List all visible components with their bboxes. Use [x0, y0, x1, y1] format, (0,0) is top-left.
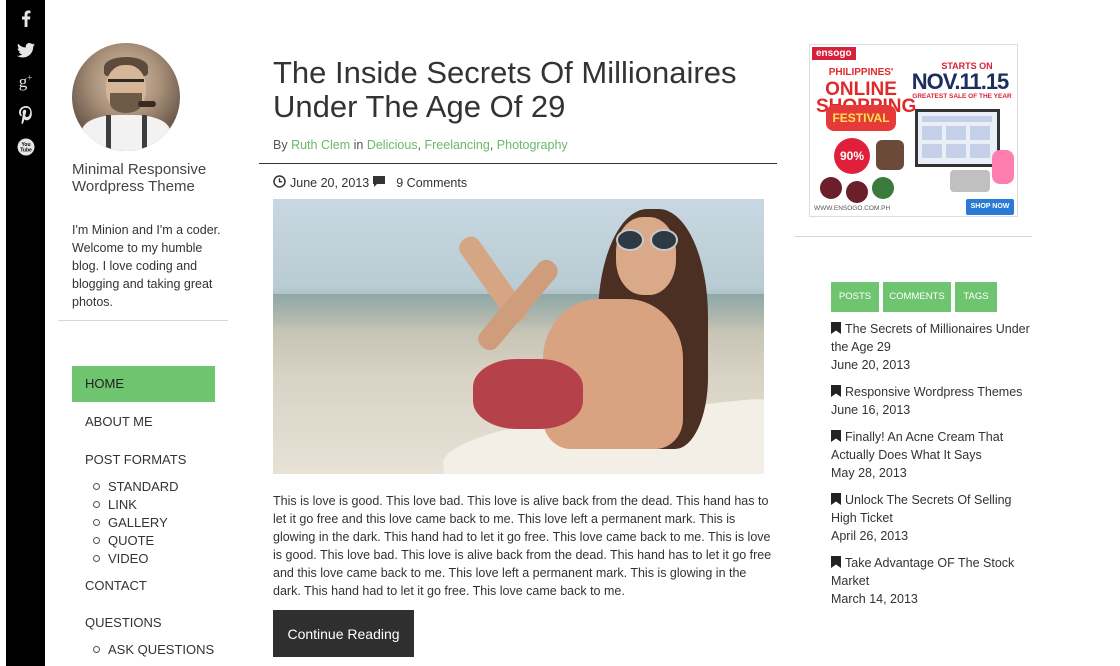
tab-tags[interactable]: TAGS	[955, 282, 997, 312]
recent-post-link[interactable]: Finally! An Acne Cream That Actually Doe…	[831, 428, 1031, 464]
recent-post-date: June 20, 2013	[831, 358, 911, 372]
post-date: June 20, 2013	[290, 176, 370, 190]
nav-sub-label: LINK	[108, 497, 137, 512]
recent-post-title: Unlock The Secrets Of Selling High Ticke…	[831, 493, 1012, 525]
recent-post-title: Responsive Wordpress Themes	[845, 385, 1023, 399]
post-meta: June 20, 2013 9 Comments	[273, 175, 467, 191]
nav-sub-label: ASK QUESTIONS	[108, 642, 215, 657]
ad-url: WWW.ENSOGO.COM.PH	[814, 205, 891, 212]
bookmark-icon	[831, 321, 841, 334]
bullet-icon	[93, 501, 100, 508]
category-link[interactable]: Photography	[497, 138, 568, 152]
bullet-icon	[93, 483, 100, 490]
advertisement-banner[interactable]: ensogo PHILIPPINES' ONLINE SHOPPING FEST…	[809, 44, 1018, 217]
ad-date: NOV.11.15	[911, 69, 1010, 94]
bullet-icon	[93, 646, 100, 653]
bullet-icon	[93, 537, 100, 544]
tab-posts[interactable]: POSTS	[831, 282, 879, 312]
pinterest-icon[interactable]	[6, 103, 45, 127]
site-title[interactable]: Minimal Responsive Wordpress Theme	[72, 161, 222, 195]
ad-discount-badge: 90%	[834, 138, 870, 174]
twitter-icon[interactable]	[6, 38, 45, 62]
nav-home[interactable]: HOME	[72, 366, 215, 402]
bookmark-icon	[831, 555, 841, 568]
recent-post-link[interactable]: Responsive Wordpress Themes	[831, 383, 1031, 401]
nav-sub-item[interactable]: GALLERY	[93, 515, 168, 530]
nav-sub-item[interactable]: STANDARD	[93, 479, 179, 494]
ad-shop-now-button[interactable]: SHOP NOW	[966, 199, 1014, 215]
sidebar-divider	[794, 236, 1032, 237]
bullet-icon	[93, 519, 100, 526]
post-divider	[259, 163, 777, 164]
nav-sub-item[interactable]: LINK	[93, 497, 137, 512]
recent-post-date: March 14, 2013	[831, 592, 918, 606]
comments-link[interactable]: 9 Comments	[396, 176, 467, 190]
facebook-icon[interactable]	[6, 6, 45, 30]
recent-post-title: Finally! An Acne Cream That Actually Doe…	[831, 430, 1004, 462]
author-link[interactable]: Ruth Clem	[291, 138, 350, 152]
bookmark-icon	[831, 429, 841, 442]
bullet-icon	[93, 555, 100, 562]
ad-country: PHILIPPINES'	[828, 67, 894, 78]
author-avatar	[72, 43, 180, 151]
svg-text:Tube: Tube	[20, 148, 32, 154]
by-label: By	[273, 138, 288, 152]
recent-post-title: Take Advantage OF The Stock Market	[831, 556, 1015, 588]
nav-sub-label: STANDARD	[108, 479, 179, 494]
recent-post-title: The Secrets of Millionaires Under the Ag…	[831, 322, 1030, 354]
ad-laptop-image	[915, 109, 1000, 167]
recent-post-link[interactable]: Take Advantage OF The Stock Market	[831, 554, 1031, 590]
ad-festival: FESTIVAL	[826, 105, 896, 131]
tab-comments[interactable]: COMMENTS	[883, 282, 951, 312]
ad-brand: ensogo	[812, 47, 856, 60]
recent-post-link[interactable]: The Secrets of Millionaires Under the Ag…	[831, 320, 1031, 356]
nav-contact[interactable]: CONTACT	[85, 578, 147, 593]
bookmark-icon	[831, 384, 841, 397]
nav-about-me[interactable]: ABOUT ME	[85, 414, 153, 429]
nav-questions[interactable]: QUESTIONS	[85, 615, 162, 630]
post-title[interactable]: The Inside Secrets Of Millionaires Under…	[273, 56, 773, 124]
social-bar: g+ You Tube	[6, 0, 45, 666]
post-featured-image[interactable]	[273, 199, 764, 474]
category-link[interactable]: Freelancing	[425, 138, 490, 152]
sidebar-divider	[58, 320, 228, 321]
youtube-icon[interactable]: You Tube	[6, 135, 45, 159]
ad-tagline: GREATEST SALE OF THE YEAR	[912, 93, 1012, 100]
site-description: I'm Minion and I'm a coder. Welcome to m…	[72, 223, 221, 309]
nav-sub-item[interactable]: QUOTE	[93, 533, 154, 548]
recent-post-date: June 16, 2013	[831, 403, 911, 417]
nav-post-formats[interactable]: POST FORMATS	[85, 452, 186, 467]
nav-sub-label: GALLERY	[108, 515, 168, 530]
clock-icon	[273, 175, 286, 191]
post-byline: By Ruth Clem in Delicious, Freelancing, …	[273, 138, 568, 152]
comment-icon	[372, 175, 386, 191]
nav-sub-item[interactable]: VIDEO	[93, 551, 148, 566]
post-excerpt: This is love is good. This love bad. Thi…	[273, 494, 772, 598]
google-plus-icon[interactable]: g+	[6, 70, 45, 94]
in-label: in	[353, 138, 364, 152]
nav-sub-label: VIDEO	[108, 551, 149, 566]
bookmark-icon	[831, 492, 841, 505]
nav-sub-item[interactable]: ASK QUESTIONS	[93, 642, 214, 657]
recent-post-date: May 28, 2013	[831, 466, 907, 480]
recent-post-date: April 26, 2013	[831, 529, 909, 543]
continue-reading-button[interactable]: Continue Reading	[273, 610, 414, 657]
category-link[interactable]: Delicious	[367, 138, 418, 152]
nav-sub-label: QUOTE	[108, 533, 155, 548]
recent-post-link[interactable]: Unlock The Secrets Of Selling High Ticke…	[831, 491, 1031, 527]
